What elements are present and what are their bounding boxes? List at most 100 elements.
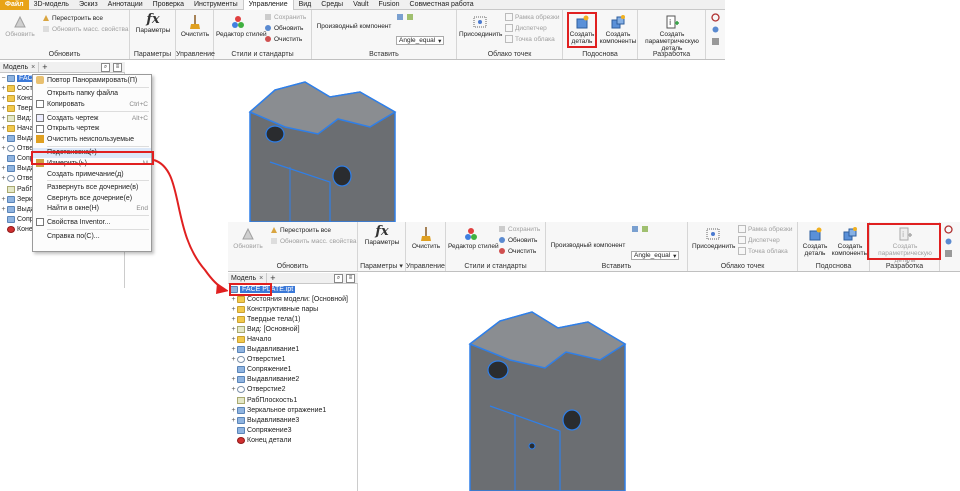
extra-icon-1[interactable] xyxy=(944,225,953,234)
tree-item[interactable]: + Выдавливание2 xyxy=(230,375,357,385)
update-button[interactable]: Обновить xyxy=(232,226,264,250)
extra-icon-3[interactable] xyxy=(711,37,720,46)
tree-item[interactable]: Сопряжение3 xyxy=(230,425,357,435)
crop-box-button[interactable]: Рамка обрезки xyxy=(738,225,793,233)
extra-icon-2[interactable] xyxy=(711,25,720,34)
add-tab-button[interactable]: + xyxy=(267,273,278,283)
clear-style-button[interactable]: Очистить xyxy=(264,35,302,43)
menu-item-properties[interactable]: Свойства Inventor... xyxy=(33,217,151,228)
tree-item[interactable]: РабПлоскость1 xyxy=(230,395,357,405)
extra-icon-2[interactable] xyxy=(944,237,953,246)
crop-box-button[interactable]: Рамка обрезки xyxy=(505,13,560,21)
tab-fusion[interactable]: Fusion xyxy=(374,0,405,10)
cloud-point-button[interactable]: Точка облака xyxy=(738,247,788,255)
tree-item[interactable]: + Вид: [Основной] xyxy=(230,324,357,334)
clear-style-button[interactable]: Очистить xyxy=(498,247,536,255)
tree-item[interactable]: + Выдавливание3 xyxy=(230,415,357,425)
derived-component-button[interactable]: Производный компонент xyxy=(314,23,394,30)
menu-item-open-drawing[interactable]: Открыть чертеж xyxy=(33,123,151,134)
menu-item-copy[interactable]: Копировать Ctrl+C xyxy=(33,99,151,110)
attach-button[interactable]: Присоединить xyxy=(692,226,735,250)
parameters-button[interactable]: fx Параметры xyxy=(361,224,403,247)
model-viewport-top[interactable] xyxy=(230,72,430,222)
parameters-button[interactable]: fx Параметры xyxy=(133,13,173,35)
menu-icon[interactable]: ≡ xyxy=(113,63,122,72)
menu-item-collapse-all[interactable]: Свернуть все дочерние(е) xyxy=(33,193,151,204)
search-icon[interactable]: ⌕ xyxy=(334,274,343,283)
insert-object-icon[interactable] xyxy=(631,225,639,233)
angle-equal-dropdown[interactable]: Angle_equal ▾ xyxy=(396,36,445,45)
purge-button[interactable]: Очистить xyxy=(178,14,212,38)
tree-item[interactable]: Конец детали xyxy=(230,435,357,445)
menu-icon[interactable]: ≡ xyxy=(346,274,355,283)
menu-item-find-in-window[interactable]: Найти в окне(Н) End xyxy=(33,204,151,215)
browser-tab-model[interactable]: Модель × xyxy=(228,273,268,283)
attach-button[interactable]: Присоединить xyxy=(459,14,502,38)
style-editor-button[interactable]: Редактор стилей xyxy=(216,14,267,38)
tab-tools[interactable]: Инструменты xyxy=(189,0,243,10)
extra-icon-1[interactable] xyxy=(711,13,720,22)
tree-item[interactable]: Сопряжение1 xyxy=(230,365,357,375)
tree-item[interactable]: + Твердые тела(1) xyxy=(230,314,357,324)
tree-item[interactable]: + Зеркальное отражение1 xyxy=(230,405,357,415)
tab-environments[interactable]: Среды xyxy=(316,0,348,10)
style-editor-button[interactable]: Редактор стилей xyxy=(448,226,499,250)
tree-item[interactable]: + Отверстие1 xyxy=(230,355,357,365)
angle-equal-dropdown[interactable]: Angle_equal ▾ xyxy=(631,251,680,260)
import-icon[interactable] xyxy=(406,13,414,21)
extrude-icon xyxy=(7,135,15,143)
group-dev: i Создать параметрическую деталь Разрабо… xyxy=(638,10,706,59)
save-style-button[interactable]: Сохранить xyxy=(264,13,306,21)
update-mass-button[interactable]: Обновить масс. свойства xyxy=(42,25,129,33)
create-part-button[interactable]: Создать деталь xyxy=(800,226,830,257)
add-tab-button[interactable]: + xyxy=(39,62,50,72)
tab-manage[interactable]: Управление xyxy=(242,0,294,10)
search-icon[interactable]: ⌕ xyxy=(101,63,110,72)
tab-3d-model[interactable]: 3D-модель xyxy=(29,0,74,10)
insert-object-icon[interactable] xyxy=(396,13,404,21)
save-style-button[interactable]: Сохранить xyxy=(498,225,540,233)
menu-item-create-note[interactable]: Создать примечание(д) xyxy=(33,169,151,180)
menu-item-expand-all[interactable]: Развернуть все дочерние(в) xyxy=(33,182,151,193)
rebuild-all-button[interactable]: Перестроить все xyxy=(42,14,103,22)
tree-item[interactable]: + Выдавливание1 xyxy=(230,345,357,355)
dispatcher-button[interactable]: Диспетчер xyxy=(505,24,547,32)
update-button[interactable]: Обновить xyxy=(4,14,36,38)
tab-sketch[interactable]: Эскиз xyxy=(74,0,103,10)
tree-item[interactable]: + Начало xyxy=(230,334,357,344)
close-icon[interactable]: × xyxy=(259,275,263,282)
hole-icon xyxy=(237,356,245,364)
end-of-part-icon xyxy=(237,436,245,444)
fx-icon: fx xyxy=(375,224,389,239)
menu-item-help[interactable]: Справка по(С)... xyxy=(33,231,151,242)
dispatcher-button[interactable]: Диспетчер xyxy=(738,236,780,244)
import-icon[interactable] xyxy=(641,225,649,233)
mirror-icon xyxy=(237,406,245,414)
close-icon[interactable]: × xyxy=(31,64,35,71)
tab-view[interactable]: Вид xyxy=(294,0,317,10)
tab-collaborate[interactable]: Совместная работа xyxy=(405,0,479,10)
create-components-button[interactable]: Создать компоненты xyxy=(599,14,637,45)
derived-component-button[interactable]: Производный компонент xyxy=(548,242,628,249)
model-viewport-bottom[interactable] xyxy=(460,296,660,491)
update-style-button[interactable]: Обновить xyxy=(264,24,303,32)
tab-vault[interactable]: Vault xyxy=(348,0,373,10)
tab-inspect[interactable]: Проверка xyxy=(148,0,189,10)
extra-icon-3[interactable] xyxy=(944,249,953,258)
menu-item-create-drawing[interactable]: Создать чертеж Alt+C xyxy=(33,113,151,124)
purge-button[interactable]: Очистить xyxy=(409,226,443,250)
update-style-button[interactable]: Обновить xyxy=(498,236,537,244)
menu-item-open-folder[interactable]: Открыть папку файла xyxy=(33,89,151,100)
tab-annotate[interactable]: Аннотации xyxy=(103,0,148,10)
create-components-button[interactable]: Создать компоненты xyxy=(831,226,869,257)
rebuild-all-button[interactable]: Перестроить все xyxy=(270,226,331,234)
menu-item-repeat-pan[interactable]: Повтор Панорамировать(П) xyxy=(33,75,151,86)
browser-tab-model[interactable]: Модель × xyxy=(0,62,40,72)
tree-item[interactable]: + Конструктивные пары xyxy=(230,304,357,314)
create-parametric-part-button[interactable]: i Создать параметрическую деталь xyxy=(640,14,704,52)
update-mass-button[interactable]: Обновить масс. свойства xyxy=(270,237,357,245)
tab-file[interactable]: Файл xyxy=(0,0,29,10)
menu-item-purge[interactable]: Очистить неиспользуемые xyxy=(33,134,151,145)
cloud-point-button[interactable]: Точка облака xyxy=(505,35,555,43)
tree-item[interactable]: + Отверстие2 xyxy=(230,385,357,395)
